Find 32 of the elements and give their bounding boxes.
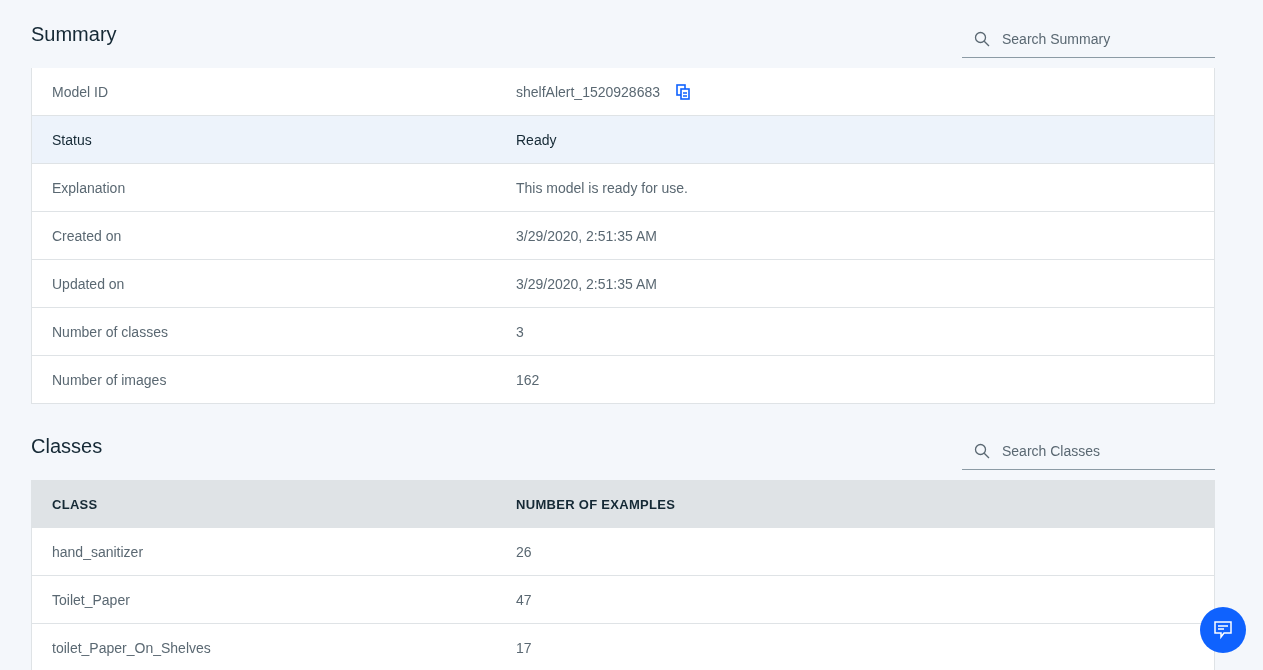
row-label: Explanation <box>52 179 127 196</box>
copy-button[interactable] <box>676 83 690 100</box>
column-header: NUMBER OF EXAMPLES <box>516 496 677 512</box>
row-value: Ready <box>516 131 557 148</box>
row-value: shelfAlert_1520928683 <box>516 83 660 100</box>
row-label: Model ID <box>52 83 110 100</box>
section-title: Classes <box>31 434 103 458</box>
search-field[interactable]: Search Summary <box>962 20 1215 58</box>
table-cell-text: Toilet_Paper <box>52 591 131 608</box>
row-label: Status <box>52 131 93 148</box>
table-cell-text: 26 <box>516 543 533 560</box>
section-title: Summary <box>31 22 117 46</box>
row-label: Number of images <box>52 371 168 388</box>
row-value: 3 <box>516 323 524 340</box>
table-cell-text: 17 <box>516 639 533 656</box>
search-icon <box>974 443 990 459</box>
table-cell-text: toilet_Paper_On_Shelves <box>52 639 212 656</box>
row-value: 162 <box>516 371 540 388</box>
chat-button[interactable] <box>1200 607 1246 653</box>
copy-icon <box>676 83 690 100</box>
row-value: 3/29/2020, 2:51:35 AM <box>516 227 657 244</box>
row-label: Updated on <box>52 275 126 292</box>
chat-icon <box>1213 620 1233 640</box>
table-cell-text: 47 <box>516 591 533 608</box>
row-value: This model is ready for use. <box>516 179 688 196</box>
table-cell-text: hand_sanitizer <box>52 543 145 560</box>
search-field[interactable]: Search Classes <box>962 432 1215 470</box>
column-header: CLASS <box>52 496 99 512</box>
row-label: Number of classes <box>52 323 169 340</box>
search-icon <box>974 31 990 47</box>
row-label: Created on <box>52 227 123 244</box>
row-value: 3/29/2020, 2:51:35 AM <box>516 275 657 292</box>
